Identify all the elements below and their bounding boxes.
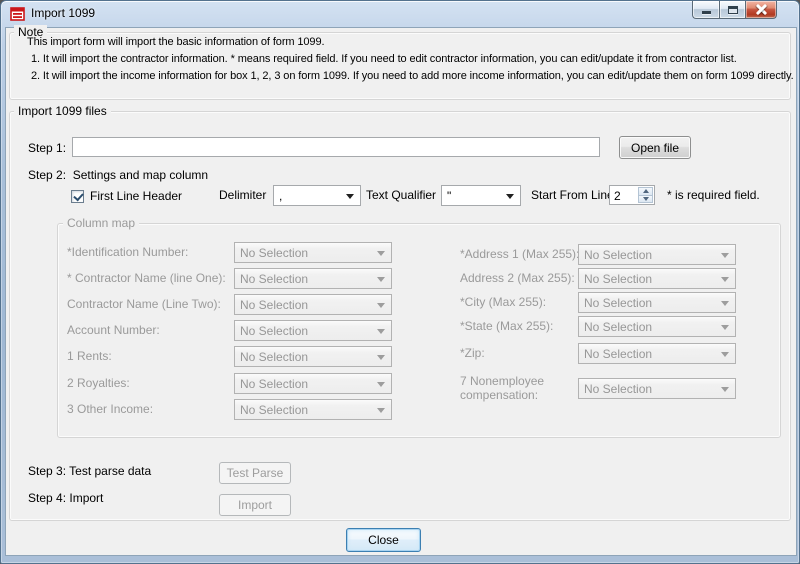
first-line-header-label: First Line Header (90, 189, 182, 203)
chevron-down-icon (377, 329, 385, 338)
identification-number-select[interactable]: No Selection (234, 242, 392, 263)
spin-down-button[interactable] (638, 196, 653, 204)
other-income-select[interactable]: No Selection (234, 399, 392, 420)
chevron-down-icon (506, 194, 514, 203)
address-2-label: Address 2 (Max 255): (460, 271, 575, 285)
step2-label: Step 2: Settings and map column (28, 168, 208, 182)
delimiter-select[interactable]: , (273, 185, 361, 206)
chevron-down-icon (721, 352, 729, 361)
combo-value: No Selection (240, 324, 308, 338)
delimiter-value: , (279, 189, 282, 203)
import-files-group-title: Import 1099 files (14, 104, 111, 118)
address-1-label: *Address 1 (Max 255): (460, 247, 579, 261)
title-bar[interactable]: Import 1099 (1, 1, 799, 27)
contractor-name-line-two-label: Contractor Name (Line Two): (67, 297, 221, 311)
chevron-down-icon (721, 301, 729, 310)
account-number-select[interactable]: No Selection (234, 320, 392, 341)
required-field-note: * is required field. (667, 188, 760, 202)
account-number-label: Account Number: (67, 323, 160, 337)
start-from-line-value: 2 (614, 189, 621, 203)
rents-select[interactable]: No Selection (234, 346, 392, 367)
city-label: *City (Max 255): (460, 295, 546, 309)
chevron-down-icon (346, 194, 354, 203)
contractor-name-line-one-label: * Contractor Name (line One): (67, 271, 226, 285)
address-1-select[interactable]: No Selection (578, 244, 736, 265)
state-label: *State (Max 255): (460, 319, 553, 333)
chevron-down-icon (377, 382, 385, 391)
open-file-button[interactable]: Open file (619, 136, 691, 159)
note-line-3: 2. It will import the income information… (31, 70, 794, 82)
chevron-down-icon (377, 277, 385, 286)
text-qualifier-value: " (447, 189, 451, 203)
nonemployee-compensation-select[interactable]: No Selection (578, 378, 736, 399)
chevron-down-icon (643, 197, 649, 204)
close-window-button[interactable] (746, 1, 777, 19)
chevron-down-icon (377, 303, 385, 312)
note-line-1: This import form will import the basic i… (27, 36, 324, 48)
app-icon (10, 6, 26, 22)
delimiter-label: Delimiter (219, 188, 266, 202)
close-button[interactable]: Close (346, 528, 421, 552)
chevron-down-icon (721, 325, 729, 334)
import-1099-window: Import 1099 Note This import form will i… (0, 0, 800, 564)
start-from-line-label: Start From Line (531, 188, 614, 202)
start-from-line-stepper[interactable]: 2 (609, 185, 655, 205)
maximize-button[interactable] (719, 1, 746, 19)
column-map-group-title: Column map (63, 216, 139, 230)
caption-buttons (692, 1, 777, 19)
file-path-input[interactable] (72, 137, 600, 157)
combo-value: No Selection (584, 296, 652, 310)
address-2-select[interactable]: No Selection (578, 268, 736, 289)
chevron-up-icon (643, 186, 649, 193)
chevron-down-icon (721, 387, 729, 396)
maximize-icon (728, 6, 738, 14)
text-qualifier-label: Text Qualifier (366, 188, 436, 202)
window-title: Import 1099 (31, 6, 95, 20)
step3-label: Step 3: Test parse data (28, 464, 151, 478)
text-qualifier-select[interactable]: " (441, 185, 521, 206)
minimize-button[interactable] (692, 1, 719, 19)
chevron-down-icon (377, 408, 385, 417)
city-select[interactable]: No Selection (578, 292, 736, 313)
chevron-down-icon (377, 251, 385, 260)
step4-label: Step 4: Import (28, 491, 103, 505)
combo-value: No Selection (240, 350, 308, 364)
contractor-name-line-two-select[interactable]: No Selection (234, 294, 392, 315)
identification-number-label: *Identification Number: (67, 245, 188, 259)
step1-label: Step 1: (28, 141, 66, 155)
zip-label: *Zip: (460, 346, 485, 360)
chevron-down-icon (377, 355, 385, 364)
combo-value: No Selection (584, 347, 652, 361)
combo-value: No Selection (240, 246, 308, 260)
combo-value: No Selection (240, 272, 308, 286)
combo-value: No Selection (584, 382, 652, 396)
note-line-2: 1. It will import the contractor informa… (31, 53, 737, 65)
royalties-select[interactable]: No Selection (234, 373, 392, 394)
combo-value: No Selection (584, 272, 652, 286)
contractor-name-line-one-select[interactable]: No Selection (234, 268, 392, 289)
state-select[interactable]: No Selection (578, 316, 736, 337)
import-button[interactable]: Import (219, 494, 291, 516)
combo-value: No Selection (240, 403, 308, 417)
royalties-label: 2 Royalties: (67, 376, 130, 390)
close-icon (756, 4, 767, 15)
rents-label: 1 Rents: (67, 349, 112, 363)
test-parse-button[interactable]: Test Parse (219, 462, 291, 484)
combo-value: No Selection (240, 377, 308, 391)
other-income-label: 3 Other Income: (67, 402, 153, 416)
spin-up-button[interactable] (638, 187, 653, 196)
first-line-header-checkbox[interactable] (71, 190, 84, 203)
nonemployee-compensation-label: 7 Nonemployee compensation: (460, 374, 562, 402)
minimize-icon (702, 11, 711, 14)
chevron-down-icon (721, 253, 729, 262)
combo-value: No Selection (584, 320, 652, 334)
combo-value: No Selection (584, 248, 652, 262)
zip-select[interactable]: No Selection (578, 343, 736, 364)
combo-value: No Selection (240, 298, 308, 312)
chevron-down-icon (721, 277, 729, 286)
